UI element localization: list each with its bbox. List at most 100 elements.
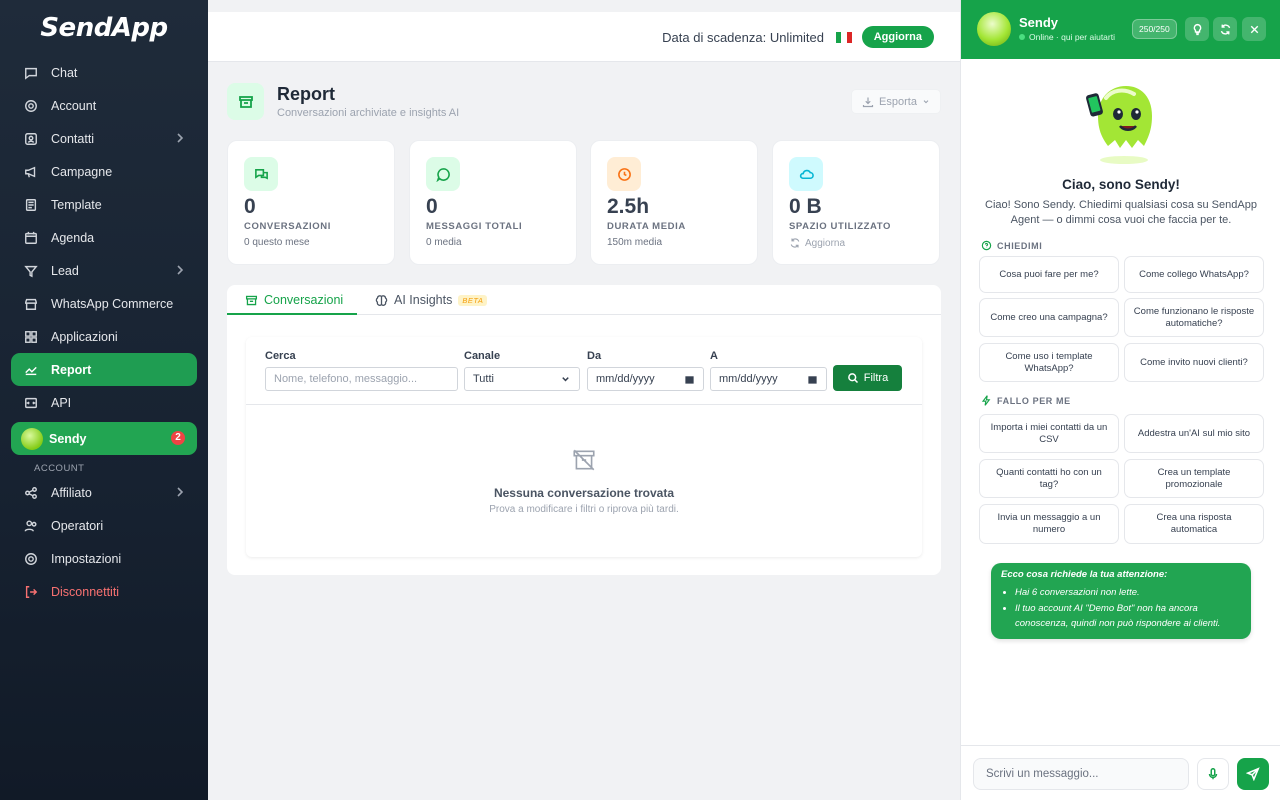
filter-button[interactable]: Filtra [833, 365, 902, 391]
message-input-placeholder: Scrivi un messaggio... [986, 768, 1099, 780]
refresh-storage-link[interactable]: Aggiorna [789, 237, 923, 249]
suggestion-chip[interactable]: Come funzionano le risposte automatiche? [1124, 298, 1264, 337]
upgrade-button[interactable]: Aggiorna [861, 26, 934, 48]
brain-icon [375, 294, 388, 306]
suggestion-chip[interactable]: Cosa puoi fare per me? [979, 256, 1119, 293]
sidebar-item-disconnettiti[interactable]: Disconnettiti [11, 575, 197, 608]
sidebar-item-label: Sendy [49, 431, 87, 446]
sidebar-item-label: Chat [51, 65, 78, 80]
sidebar-item-contatti[interactable]: Contatti [11, 122, 197, 155]
megaphone-icon [23, 164, 39, 180]
tab-label: Conversazioni [264, 293, 344, 307]
calendar-icon[interactable] [807, 374, 818, 385]
refresh-button[interactable] [1213, 17, 1237, 41]
assistant-header: Sendy Online · qui per aiutarti 250/250 [961, 0, 1280, 59]
page-header-icon-wrap [227, 83, 264, 120]
action-chip[interactable]: Addestra un'AI sul mio sito [1124, 414, 1264, 453]
sidebar-item-operatori[interactable]: Operatori [11, 509, 197, 542]
assistant-status: Online · qui per aiutarti [1019, 32, 1115, 42]
search-placeholder: Nome, telefono, messaggio... [274, 373, 418, 385]
chevron-down-icon [923, 99, 929, 103]
do-section-label: FALLO PER ME [997, 395, 1071, 406]
search-label: Cerca [265, 350, 296, 362]
chevron-down-icon [562, 376, 569, 381]
sidebar-item-impostazioni[interactable]: Impostazioni [11, 542, 197, 575]
message-input[interactable]: Scrivi un messaggio... [973, 758, 1189, 790]
sidebar-item-template[interactable]: Template [11, 188, 197, 221]
to-date-input[interactable]: mm/dd/yyyy [710, 367, 827, 391]
tab-bar: Conversazioni AI Insights BETA [227, 285, 941, 315]
channel-select[interactable]: Tutti [464, 367, 580, 391]
action-chip[interactable]: Quanti contatti ho con un tag? [979, 459, 1119, 498]
lightbulb-button[interactable] [1185, 17, 1209, 41]
sidebar-item-report[interactable]: Report [11, 353, 197, 386]
sidebar-item-agenda[interactable]: Agenda [11, 221, 197, 254]
sidebar-section-label: ACCOUNT [34, 463, 85, 474]
tab-label: AI Insights [394, 293, 453, 307]
stat-value: 2.5h [607, 195, 650, 218]
send-button[interactable] [1237, 758, 1269, 790]
sidebar-item-affiliato[interactable]: Affiliato [11, 476, 197, 509]
gear-icon [23, 98, 39, 114]
tab-ai-insights[interactable]: AI Insights BETA [375, 293, 488, 307]
sidebar-item-label: Campagne [51, 164, 113, 179]
assistant-intro: Ciao! Sono Sendy. Chiedimi qualsiasi cos… [985, 199, 1257, 226]
from-date-input[interactable]: mm/dd/yyyy [587, 367, 704, 391]
calendar-icon[interactable] [684, 374, 695, 385]
sidebar-item-sendy[interactable]: Sendy 2 [11, 422, 197, 455]
action-chip[interactable]: Invia un messaggio a un numero [979, 504, 1119, 544]
sidebar-item-whatsapp-commerce[interactable]: WhatsApp Commerce [11, 287, 197, 320]
settings-icon [23, 551, 39, 567]
stat-value: 0 [244, 195, 256, 218]
italy-flag-icon[interactable] [836, 32, 852, 43]
tab-conversazioni[interactable]: Conversazioni [245, 293, 343, 307]
stat-value: 0 B [789, 195, 822, 218]
lightning-icon [981, 395, 991, 406]
close-button[interactable] [1242, 17, 1266, 41]
suggestion-chip[interactable]: Come creo una campagna? [979, 298, 1119, 337]
sidebar-item-applicazioni[interactable]: Applicazioni [11, 320, 197, 353]
microphone-button[interactable] [1197, 758, 1229, 790]
stat-sub: 0 questo mese [244, 237, 310, 248]
sidebar-item-campagne[interactable]: Campagne [11, 155, 197, 188]
sendy-avatar [21, 427, 43, 450]
sidebar-item-label: WhatsApp Commerce [51, 296, 174, 311]
suggestion-chip[interactable]: Come uso i template WhatsApp? [979, 343, 1119, 382]
action-chip[interactable]: Crea una risposta automatica [1124, 504, 1264, 544]
sidebar-item-lead[interactable]: Lead [11, 254, 197, 287]
channel-label: Canale [464, 350, 501, 362]
stat-value: 0 [426, 195, 438, 218]
sidebar-item-label: Lead [51, 263, 79, 278]
sendy-avatar [977, 12, 1011, 46]
conversations-panel: Conversazioni AI Insights BETA Cerca Nom… [227, 285, 941, 575]
message-icon [426, 157, 460, 191]
stat-sub: 150m media [607, 237, 663, 248]
ask-section-header: CHIEDIMI [981, 240, 1042, 251]
template-icon [23, 197, 39, 213]
apps-icon [23, 329, 39, 345]
suggestion-chip[interactable]: Come invito nuovi clienti? [1124, 343, 1264, 382]
stat-card-duration: 2.5h DURATA MEDIA 150m media [590, 140, 758, 265]
to-label: A [710, 350, 718, 362]
search-input[interactable]: Nome, telefono, messaggio... [265, 367, 458, 391]
sidebar-item-api[interactable]: API [11, 386, 197, 419]
app-logo[interactable]: SendApp [0, 0, 208, 56]
suggestion-chip[interactable]: Come collego WhatsApp? [1124, 256, 1264, 293]
clock-icon [607, 157, 641, 191]
stat-label: DURATA MEDIA [607, 221, 686, 232]
export-button[interactable]: Esporta [851, 89, 941, 114]
search-icon [847, 373, 858, 384]
from-date-placeholder: mm/dd/yyyy [596, 373, 655, 385]
action-chip[interactable]: Importa i miei contatti da un CSV [979, 414, 1119, 453]
logout-icon [23, 584, 39, 600]
stat-card-storage: 0 B SPAZIO UTILIZZATO Aggiorna [772, 140, 940, 265]
close-icon [1250, 25, 1258, 33]
chat-icon [23, 65, 39, 81]
sidebar-item-chat[interactable]: Chat [11, 56, 197, 89]
notification-badge: 2 [171, 431, 185, 445]
chevron-right-icon [175, 132, 185, 147]
action-chip[interactable]: Crea un template promozionale [1124, 459, 1264, 498]
sendy-mascot-illustration [1086, 86, 1152, 164]
microphone-icon [1208, 768, 1218, 780]
sidebar-item-account[interactable]: Account [11, 89, 197, 122]
